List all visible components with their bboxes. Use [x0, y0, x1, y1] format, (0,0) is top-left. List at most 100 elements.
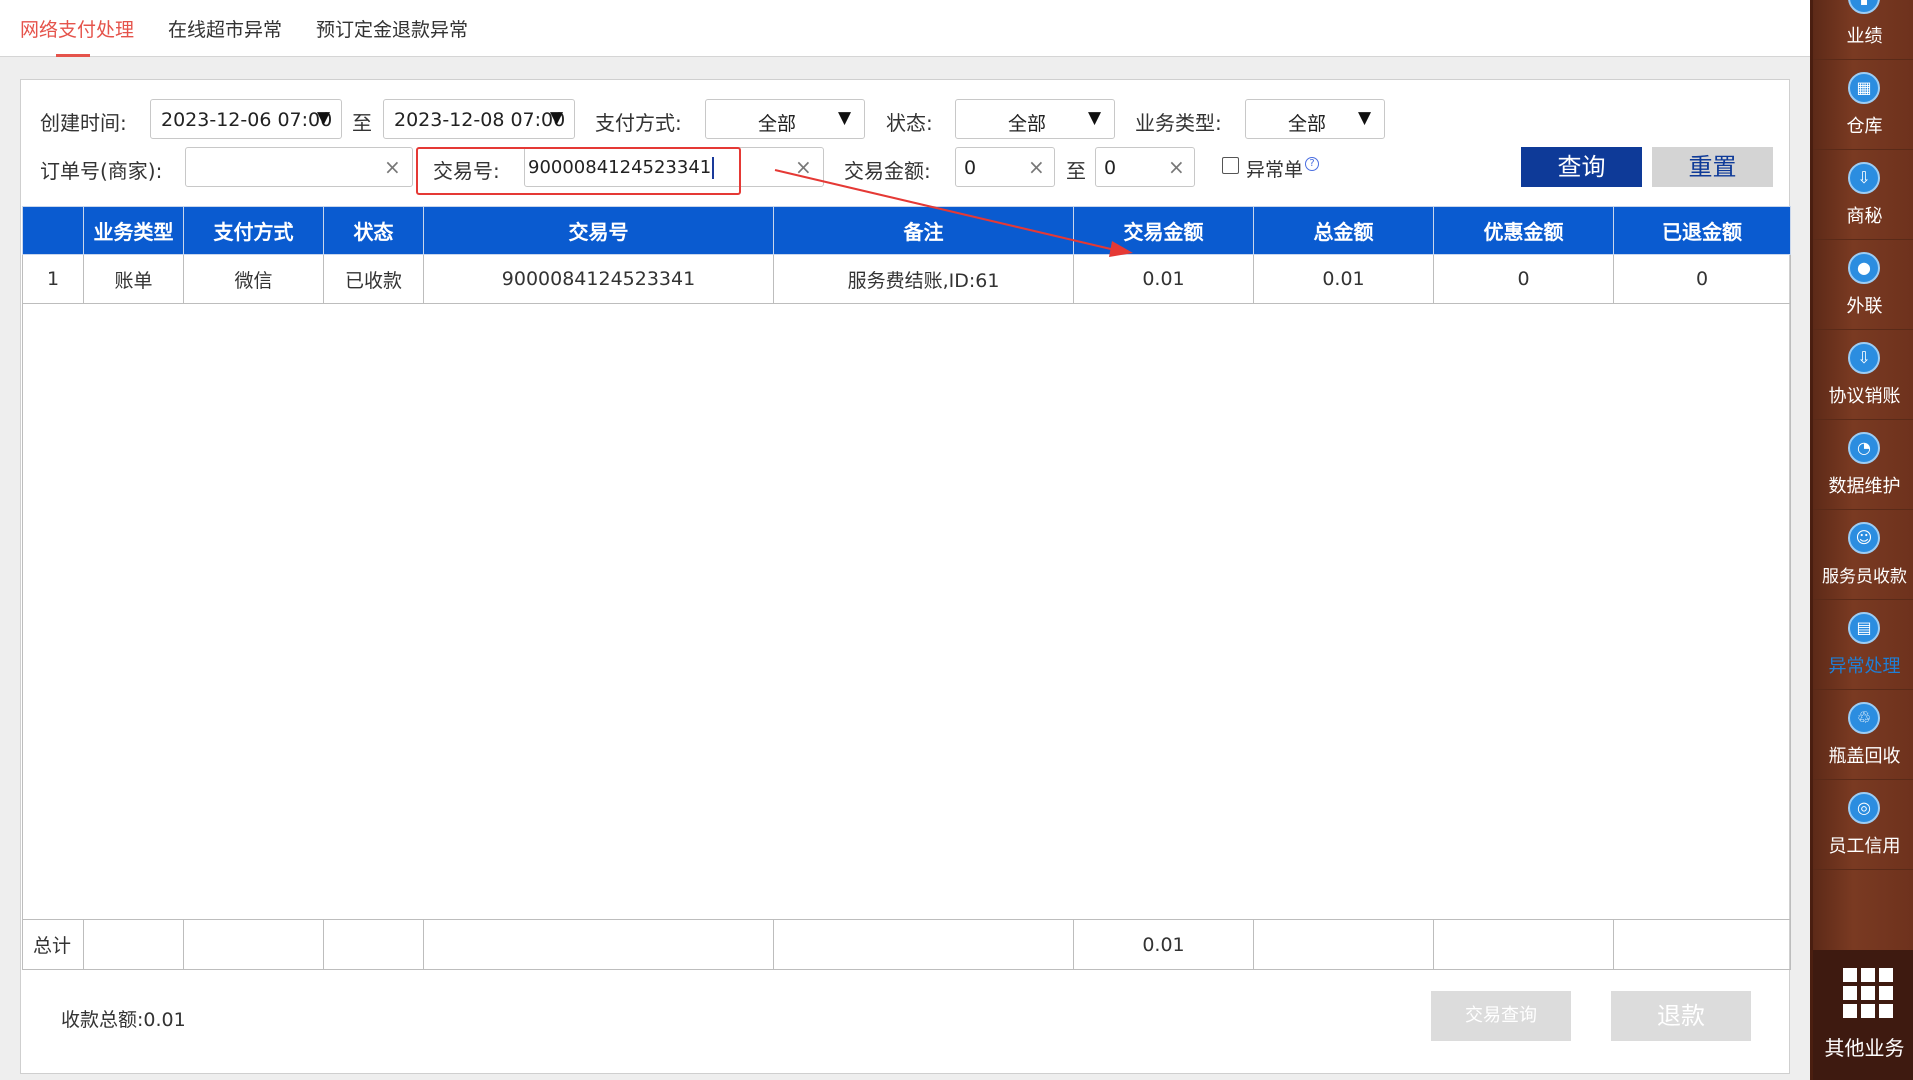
chevron-down-icon: ▼: [838, 108, 852, 128]
sidebar-item-waiter-payment[interactable]: ☺ 服务员收款: [1813, 510, 1913, 600]
tab-online-market-exception[interactable]: 在线超市异常: [168, 15, 282, 42]
sidebar-item-performance[interactable]: ▮ 业绩: [1813, 0, 1913, 60]
total-cell: [773, 919, 1074, 970]
table-total-row: 总计 0.01: [22, 919, 1791, 970]
help-icon[interactable]: ?: [1305, 157, 1319, 171]
table-cell: 微信: [183, 254, 324, 304]
query-button[interactable]: 查询: [1521, 147, 1642, 187]
sidebar-item-agreement-writeoff[interactable]: ⇩ 协议销账: [1813, 330, 1913, 420]
column-header: [22, 206, 84, 255]
txn-amount-label: 交易金额:: [844, 159, 931, 183]
reset-button[interactable]: 重置: [1652, 147, 1773, 187]
clear-icon[interactable]: ×: [795, 155, 812, 179]
annotation-highlight-box: [416, 147, 741, 195]
end-date-value: 2023-12-08 07:00: [394, 109, 566, 131]
end-date-select[interactable]: 2023-12-08 07:00 ▼: [383, 99, 575, 139]
biz-type-label: 业务类型:: [1135, 111, 1222, 135]
sidebar-item-outreach[interactable]: ● 外联: [1813, 240, 1913, 330]
pay-method-value: 全部: [758, 113, 797, 135]
column-header[interactable]: 已退金额: [1613, 206, 1791, 255]
total-cell: [183, 919, 324, 970]
total-cell: [323, 919, 424, 970]
sidebar-item-staff-credit[interactable]: ◎ 员工信用: [1813, 780, 1913, 870]
table-cell: 0: [1433, 254, 1614, 304]
total-cell: [1433, 919, 1614, 970]
status-value: 全部: [1008, 113, 1047, 135]
table-cell: 服务费结账,ID:61: [773, 254, 1074, 304]
bottle-icon: ♲: [1848, 702, 1880, 734]
table-cell: 1: [22, 254, 84, 304]
clear-icon[interactable]: ×: [1168, 155, 1185, 179]
warehouse-icon: ▦: [1848, 72, 1880, 104]
order-no-input[interactable]: ×: [185, 147, 413, 187]
txn-query-button[interactable]: 交易查询: [1431, 991, 1571, 1041]
sidebar-item-exception-handling[interactable]: ▤ 异常处理: [1813, 600, 1913, 690]
download-icon: ⇩: [1848, 162, 1880, 194]
table-cell: 账单: [83, 254, 184, 304]
payment-table: 业务类型 支付方式 状态 交易号 备注 交易金额 总金额 优惠金额 已退金额 1…: [22, 206, 1791, 970]
amount-max-input[interactable]: 0 ×: [1095, 147, 1195, 187]
total-cell: [423, 919, 774, 970]
table-row[interactable]: 1 账单 微信 已收款 9000084124523341 服务费结账,ID:61…: [22, 254, 1791, 304]
table-cell: 0: [1613, 254, 1791, 304]
column-header[interactable]: 备注: [773, 206, 1074, 255]
table-header-row: 业务类型 支付方式 状态 交易号 备注 交易金额 总金额 优惠金额 已退金额: [22, 206, 1791, 255]
status-select[interactable]: 全部 ▼: [955, 99, 1115, 139]
amount-max-value: 0: [1104, 157, 1117, 179]
chevron-down-icon: ▼: [317, 108, 331, 128]
start-date-select[interactable]: 2023-12-06 07:00 ▼: [150, 99, 342, 139]
start-date-value: 2023-12-06 07:00: [161, 109, 333, 131]
abnormal-checkbox[interactable]: [1222, 157, 1239, 174]
table-empty-area: [22, 303, 1791, 920]
other-business-label: 其他业务: [1824, 1036, 1905, 1060]
chevron-down-icon: ▼: [1088, 108, 1102, 128]
abnormal-label: 异常单: [1246, 159, 1304, 181]
column-header[interactable]: 业务类型: [83, 206, 184, 255]
sidebar-item-warehouse[interactable]: ▦ 仓库: [1813, 60, 1913, 150]
clear-icon[interactable]: ×: [1028, 155, 1045, 179]
chevron-down-icon: ▼: [1358, 108, 1372, 128]
active-tab-indicator: [56, 54, 90, 57]
box-icon: ▤: [1848, 612, 1880, 644]
column-header[interactable]: 交易金额: [1073, 206, 1254, 255]
column-header[interactable]: 支付方式: [183, 206, 324, 255]
sidebar-item-data-maintenance[interactable]: ◔ 数据维护: [1813, 420, 1913, 510]
right-sidebar: ▮ 业绩 ▦ 仓库 ⇩ 商秘 ● 外联 ⇩ 协议销账 ◔ 数据维护 ☺ 服务员收…: [1810, 0, 1913, 1080]
total-cell: 总计: [22, 919, 84, 970]
refund-button[interactable]: 退款: [1611, 991, 1751, 1041]
top-tab-bar: 网络支付处理 在线超市异常 预订定金退款异常: [0, 0, 1810, 57]
amount-range-separator: 至: [1066, 159, 1086, 183]
tab-deposit-refund-exception[interactable]: 预订定金退款异常: [316, 15, 468, 42]
biz-type-value: 全部: [1288, 113, 1327, 135]
clear-icon[interactable]: ×: [384, 155, 401, 179]
pay-method-select[interactable]: 全部 ▼: [705, 99, 865, 139]
total-amount-summary: 收款总额:0.01: [61, 1005, 186, 1032]
create-time-label: 创建时间:: [40, 111, 127, 135]
total-cell: [1253, 919, 1434, 970]
sidebar-item-secretary[interactable]: ⇩ 商秘: [1813, 150, 1913, 240]
column-header[interactable]: 交易号: [423, 206, 774, 255]
table-cell: 9000084124523341: [423, 254, 774, 304]
amount-min-input[interactable]: 0 ×: [955, 147, 1055, 187]
credit-icon: ◎: [1848, 792, 1880, 824]
column-header[interactable]: 优惠金额: [1433, 206, 1614, 255]
column-header[interactable]: 总金额: [1253, 206, 1434, 255]
biz-type-select[interactable]: 全部 ▼: [1245, 99, 1385, 139]
sidebar-item-bottle-cap-recycle[interactable]: ♲ 瓶盖回收: [1813, 690, 1913, 780]
amount-min-value: 0: [964, 157, 977, 179]
column-header[interactable]: 状态: [323, 206, 424, 255]
tab-network-payment[interactable]: 网络支付处理: [20, 15, 134, 42]
total-cell: 0.01: [1073, 919, 1254, 970]
grid-menu-icon: [1843, 968, 1893, 1018]
total-cell: [83, 919, 184, 970]
total-amount-value: 0.01: [143, 1009, 186, 1031]
total-cell: [1613, 919, 1791, 970]
pay-method-label: 支付方式:: [595, 111, 682, 135]
contact-icon: ●: [1848, 252, 1880, 284]
chevron-down-icon: ▼: [550, 108, 564, 128]
pie-icon: ◔: [1848, 432, 1880, 464]
other-business-button[interactable]: 其他业务: [1813, 950, 1913, 1080]
status-label: 状态:: [886, 111, 933, 135]
chart-icon: ▮: [1848, 0, 1880, 14]
table-cell: 0.01: [1253, 254, 1434, 304]
